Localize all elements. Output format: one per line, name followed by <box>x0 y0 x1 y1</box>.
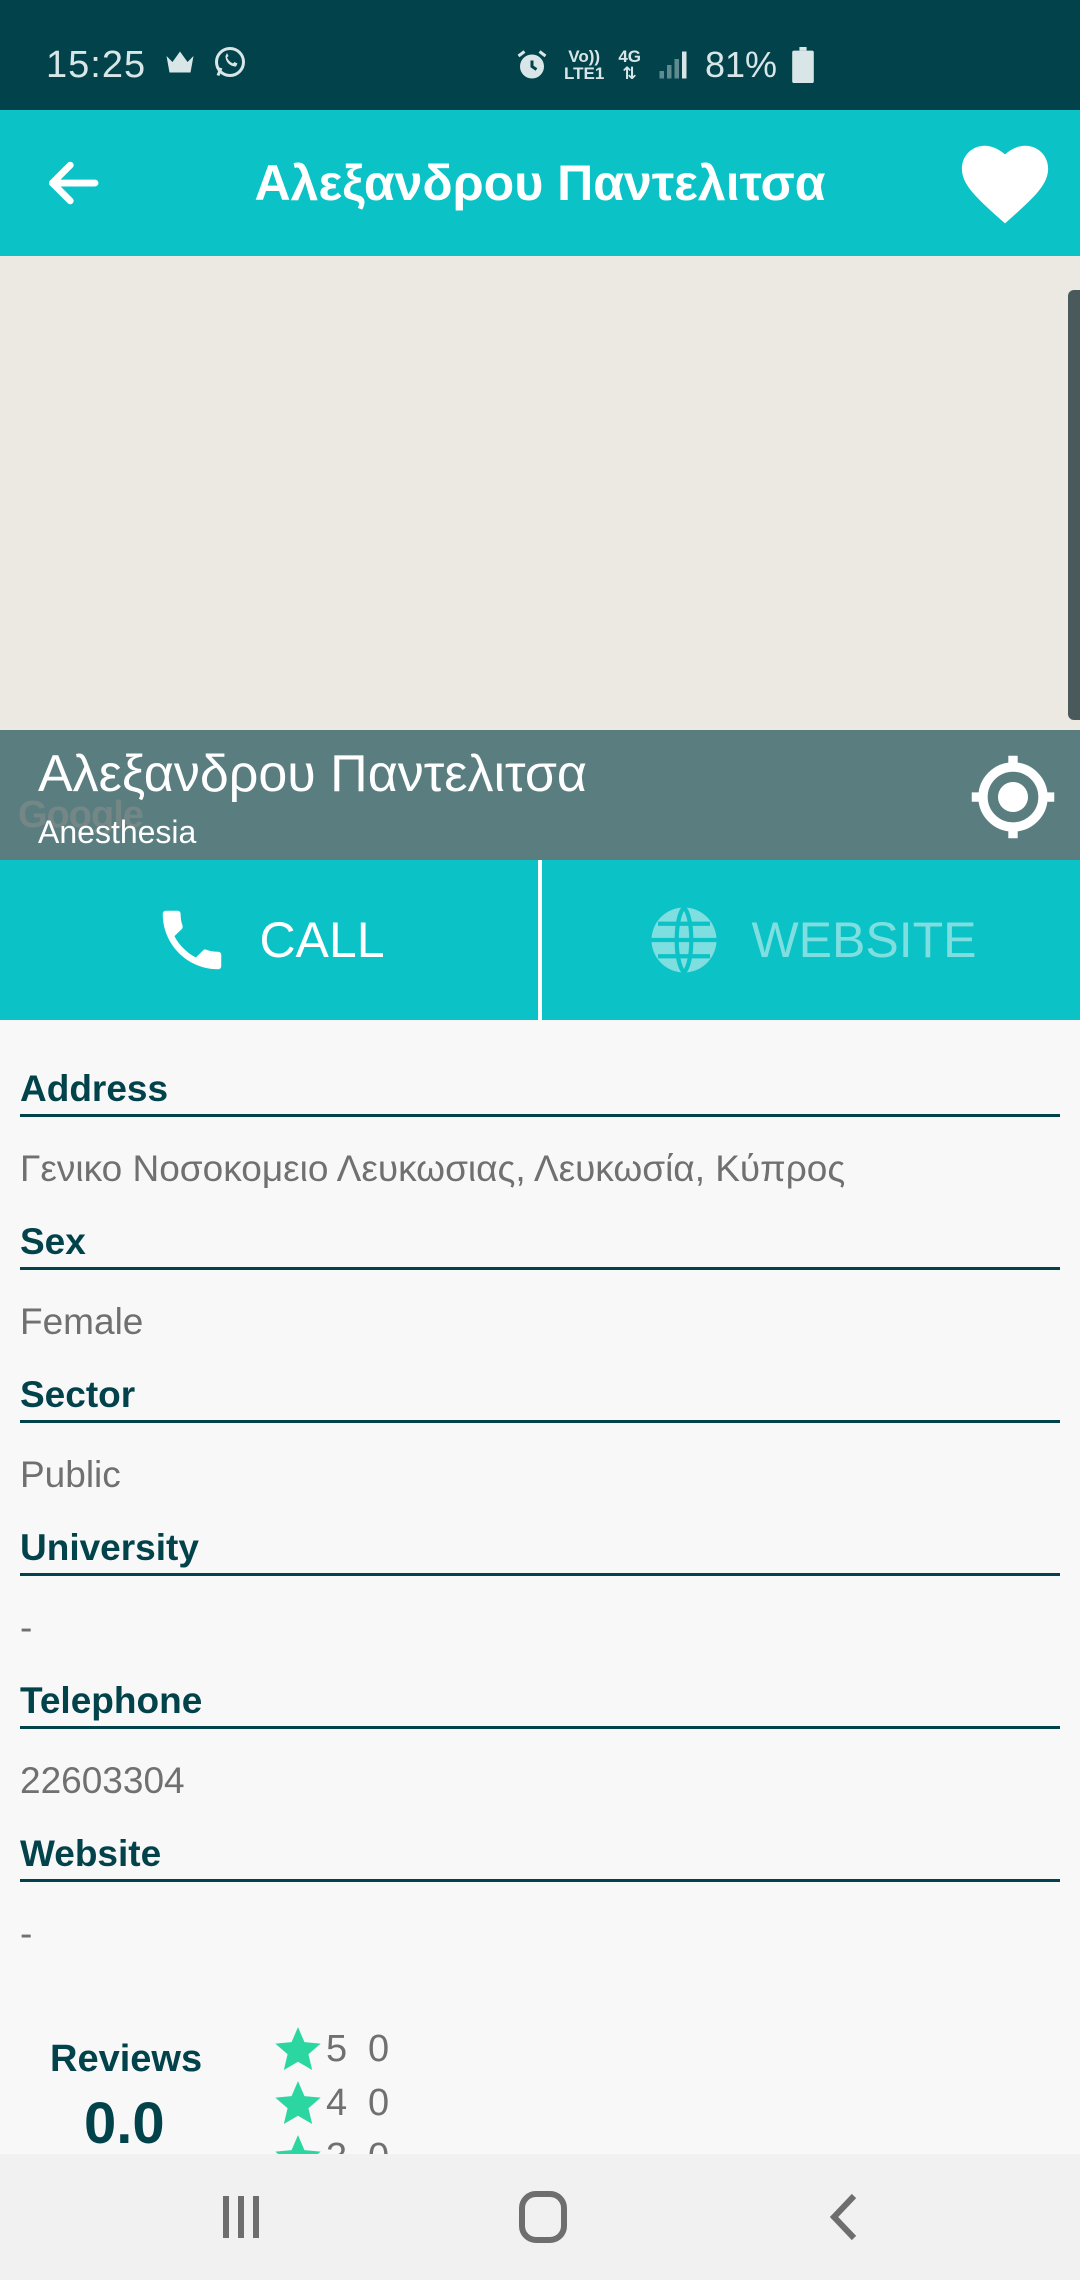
status-notification-icons <box>162 44 248 80</box>
website-label: WEBSITE <box>751 912 977 968</box>
reviews-score: 0.0 <box>84 2091 165 2154</box>
phone-icon <box>163 910 222 970</box>
reviews-section: Reviews 0.0 5 0 4 0 3 0 <box>0 2020 1080 2154</box>
rating-stars: 4 <box>326 2081 348 2124</box>
map-view[interactable] <box>0 256 1080 730</box>
crown-icon <box>166 51 194 73</box>
field-divider <box>20 1267 1060 1270</box>
website-button[interactable]: WEBSITE <box>542 860 1080 1020</box>
call-label: CALL <box>259 912 385 968</box>
field-divider <box>20 1879 1060 1882</box>
rating-row-5: 5 0 <box>272 2024 389 2074</box>
call-button[interactable]: CALL <box>0 860 538 1020</box>
star-icon <box>275 2027 321 2071</box>
rating-stars: 3 <box>326 2136 368 2155</box>
volte-bottom-text: LTE1 <box>564 64 605 83</box>
rating-count: 0 <box>368 2081 390 2124</box>
star-icon <box>275 2081 321 2125</box>
field-value-telephone[interactable]: 22603304 <box>20 1760 185 1802</box>
field-divider <box>20 1114 1060 1117</box>
map-scroll-handle[interactable] <box>1068 290 1080 720</box>
rating-count: 0 <box>368 2136 389 2155</box>
page-title: Αλεξανδρου Παντελιτσα <box>254 155 826 211</box>
back-icon[interactable] <box>810 2184 880 2250</box>
rating-count: 0 <box>368 2027 390 2070</box>
volte-top-text: Vo)) <box>568 47 601 66</box>
rating-row-4: 4 0 <box>272 2078 389 2128</box>
globe-icon <box>651 906 717 974</box>
doctor-name: Αλεξανδρου Παντελιτσα <box>38 745 587 803</box>
field-divider <box>20 1726 1060 1729</box>
doctor-specialty: Anesthesia <box>38 814 197 850</box>
home-icon[interactable] <box>508 2184 578 2250</box>
field-label-sector: Sector <box>20 1374 136 1415</box>
signal-icon <box>659 51 687 79</box>
field-value-website: - <box>20 1913 33 1954</box>
field-divider <box>20 1573 1060 1576</box>
status-time: 15:25 <box>46 44 147 86</box>
rating-row-3: 3 0 <box>272 2132 389 2154</box>
status-bar: 15:25 Vo)) LTE1 4G ⇅ 81% <box>0 0 1080 110</box>
battery-icon <box>792 47 814 83</box>
recent-apps-icon[interactable] <box>206 2184 276 2250</box>
field-label-sex: Sex <box>20 1221 86 1262</box>
field-label-telephone: Telephone <box>20 1680 203 1721</box>
field-label-address: Address <box>20 1068 169 1109</box>
battery-percent: 81% <box>705 44 778 85</box>
doctor-info-overlay: Google Αλεξανδρου Παντελιτσα Anesthesia <box>0 730 1080 860</box>
field-label-university: University <box>20 1527 199 1568</box>
data-arrows-icon: 4G ⇅ <box>618 47 641 83</box>
system-nav-bar <box>0 2154 1080 2280</box>
my-location-icon[interactable] <box>968 752 1058 842</box>
app-bar: Αλεξανδρου Παντελιτσα <box>0 110 1080 256</box>
reviews-label: Reviews <box>50 2038 203 2080</box>
volte-icon: Vo)) LTE1 <box>564 48 604 82</box>
rating-stars: 5 <box>326 2027 348 2070</box>
heart-icon[interactable] <box>960 142 1050 226</box>
network-type: 4G <box>618 47 641 66</box>
alarm-icon <box>517 50 547 79</box>
field-value-address: Γενικο Νοσοκομειο Λευκωσιας, Λευκωσία, Κ… <box>20 1148 846 1189</box>
field-value-sector: Public <box>20 1454 121 1495</box>
whatsapp-icon <box>215 47 245 77</box>
status-system-icons: Vo)) LTE1 4G ⇅ 81% <box>514 44 815 86</box>
field-divider <box>20 1420 1060 1423</box>
field-value-sex: Female <box>20 1301 144 1342</box>
action-row: CALL WEBSITE <box>0 860 1080 1020</box>
star-icon <box>275 2135 321 2154</box>
field-label-website: Website <box>20 1833 162 1874</box>
field-value-university: - <box>20 1607 33 1648</box>
